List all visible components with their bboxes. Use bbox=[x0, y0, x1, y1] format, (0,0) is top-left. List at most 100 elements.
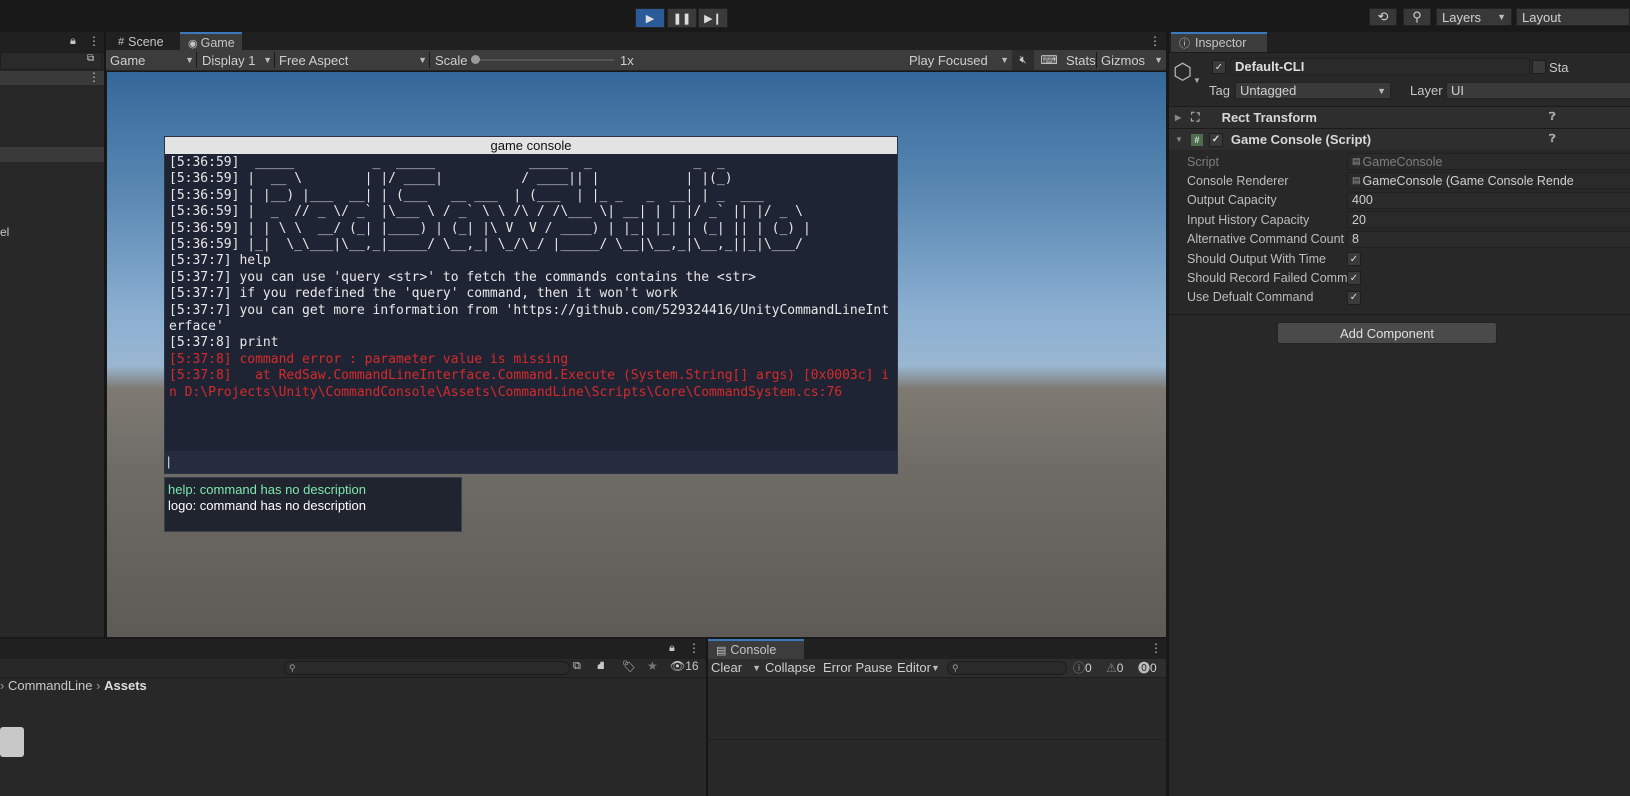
filter-icon[interactable]: ⛘ bbox=[597, 660, 605, 674]
more-menu-icon[interactable]: ⋮ bbox=[88, 34, 100, 48]
active-checkbox[interactable]: ✓ bbox=[1212, 60, 1226, 74]
suggestion-list: help: command has no description logo: co… bbox=[168, 482, 366, 514]
aspect-dropdown[interactable]: Free Aspect ▼ bbox=[279, 50, 427, 70]
field-value: 20 bbox=[1352, 212, 1366, 227]
lock-icon[interactable]: 🔒︎ bbox=[669, 642, 675, 655]
chevron-down-icon: ▼ bbox=[263, 55, 272, 65]
field-checkbox[interactable]: ✓ bbox=[1347, 271, 1361, 286]
tab-inspector[interactable]: ⓘ Inspector bbox=[1171, 32, 1267, 52]
eye-slash-icon: 👁︎ bbox=[670, 659, 686, 673]
field-checkbox[interactable]: ✓ bbox=[1347, 252, 1361, 266]
editor-dropdown[interactable]: Editor ▼ bbox=[897, 659, 940, 676]
game-mode-dropdown[interactable]: Game ▼ bbox=[110, 50, 194, 70]
main-toolbar: ▶ ❚❚ ▶❙ ⟲ ⚲ Layers ▼ Layout bbox=[0, 0, 1630, 35]
game-console-log: [5:36:59] _____ _ _____ _____ _ _ _ [5:36… bbox=[169, 155, 893, 401]
log-line: [5:36:59] |_| \_\___|\__,_|_____/ \__,_|… bbox=[169, 237, 803, 253]
layer-dropdown[interactable]: UI bbox=[1446, 82, 1630, 99]
search-button[interactable]: ⚲ bbox=[1403, 8, 1431, 26]
layer-label: Layer bbox=[1410, 83, 1443, 98]
number-field[interactable]: 8 bbox=[1347, 230, 1630, 248]
static-label: Sta bbox=[1549, 60, 1569, 75]
keyboard-icon[interactable]: ⌨ bbox=[1038, 50, 1060, 70]
play-focused-dropdown[interactable]: Play Focused ▼ bbox=[909, 50, 1009, 70]
breadcrumb-commandline[interactable]: CommandLine bbox=[8, 678, 93, 693]
more-menu-icon[interactable]: ⋮ bbox=[1150, 641, 1162, 655]
rect-transform-title: Rect Transform bbox=[1221, 110, 1317, 125]
object-name-field[interactable]: Default-CLI bbox=[1230, 58, 1530, 75]
info-icon: ⓘ bbox=[1073, 661, 1086, 675]
step-button[interactable]: ▶❙ bbox=[698, 8, 728, 28]
game-console-component-header[interactable]: ▼ # ✓ Game Console (Script) ❓︎ bbox=[1169, 128, 1630, 150]
divider bbox=[196, 52, 197, 68]
more-menu-icon[interactable]: ⋮ bbox=[88, 70, 100, 84]
help-icon[interactable]: ❓︎ bbox=[1549, 111, 1556, 124]
scale-slider-track[interactable] bbox=[474, 59, 614, 61]
number-field[interactable]: 20 bbox=[1347, 211, 1630, 229]
project-toolbar: ⚲ ⧉ ⛘ 🏷︎ ★ 👁︎16 bbox=[0, 659, 706, 678]
object-reference-field[interactable]: ▤ GameConsole bbox=[1347, 153, 1630, 170]
search-by-type-icon[interactable]: ⧉ bbox=[573, 660, 581, 673]
history-button[interactable]: ⟲ bbox=[1369, 8, 1397, 26]
search-filter-icon[interactable]: ⧉ bbox=[87, 53, 94, 64]
play-button[interactable]: ▶ bbox=[635, 8, 665, 28]
layers-dropdown[interactable]: Layers ▼ bbox=[1436, 8, 1512, 26]
hierarchy-search-input[interactable]: ⧉ bbox=[0, 52, 102, 70]
error-count: 0 bbox=[1150, 660, 1157, 675]
hierarchy-scene-header[interactable]: ⋮ bbox=[0, 70, 104, 85]
error-pause-button[interactable]: Error Pause bbox=[823, 659, 892, 676]
field-checkbox[interactable]: ✓ bbox=[1347, 290, 1361, 305]
game-console-title: game console bbox=[165, 137, 897, 154]
tag-dropdown[interactable]: Untagged ▼ bbox=[1235, 82, 1391, 99]
project-search-input[interactable]: ⚲ bbox=[284, 661, 570, 675]
mute-audio-icon[interactable]: 🔇︎ bbox=[1012, 50, 1034, 70]
suggestion-item[interactable]: help: command has no description bbox=[168, 482, 366, 498]
console-search-input[interactable]: ⚲ bbox=[947, 661, 1067, 675]
collapse-button[interactable]: Collapse bbox=[765, 659, 816, 676]
object-reference-field[interactable]: ▤ GameConsole (Game Console Rende bbox=[1347, 172, 1630, 190]
tab-scene[interactable]: # Scene bbox=[110, 32, 172, 52]
chevron-down-icon: ▼ bbox=[185, 55, 194, 65]
tab-game[interactable]: ◉ Game bbox=[180, 32, 242, 52]
divider bbox=[429, 52, 430, 68]
stats-button[interactable]: Stats bbox=[1066, 50, 1096, 70]
log-line: [5:37:8] print bbox=[169, 335, 279, 351]
console-detail-divider[interactable] bbox=[708, 739, 1166, 740]
error-count-toggle[interactable]: ⓿0 bbox=[1138, 659, 1157, 676]
hierarchy-row-fragment[interactable]: el bbox=[0, 225, 9, 239]
more-menu-icon[interactable]: ⋮ bbox=[1149, 34, 1161, 48]
inspector-panel: ⓘ Inspector ⬡ ▼ ✓ Default-CLI Sta Tag Un… bbox=[1168, 32, 1630, 796]
tab-console[interactable]: ▤ Console bbox=[708, 639, 804, 659]
display-dropdown[interactable]: Display 1 ▼ bbox=[202, 50, 272, 70]
folder-thumbnail[interactable] bbox=[0, 727, 24, 757]
favorite-star-icon[interactable]: ★ bbox=[647, 659, 658, 673]
layout-dropdown[interactable]: Layout bbox=[1516, 8, 1630, 26]
number-field[interactable]: 400 bbox=[1347, 191, 1630, 209]
lock-icon[interactable]: 🔒︎ bbox=[70, 35, 76, 48]
suggestion-item[interactable]: logo: command has no description bbox=[168, 498, 366, 514]
more-menu-icon[interactable]: ⋮ bbox=[688, 641, 700, 655]
component-enabled-checkbox[interactable]: ✓ bbox=[1208, 132, 1223, 147]
chevron-right-icon: ▶ bbox=[1175, 113, 1182, 122]
chevron-down-icon[interactable]: ▼ bbox=[1193, 76, 1201, 85]
game-console-component-title: Game Console (Script) bbox=[1230, 132, 1372, 147]
label-tag-icon[interactable]: 🏷︎ bbox=[622, 660, 636, 673]
help-icon[interactable]: ❓︎ bbox=[1549, 133, 1556, 146]
gameobject-cube-icon: ⬡ bbox=[1173, 59, 1193, 84]
gizmos-dropdown[interactable]: Gizmos ▼ bbox=[1101, 50, 1163, 70]
hierarchy-selected-row[interactable] bbox=[0, 147, 104, 162]
panel-divider[interactable] bbox=[104, 32, 106, 637]
log-count-toggle[interactable]: ⓘ 0 bbox=[1073, 659, 1092, 676]
clear-button[interactable]: Clear ▼ bbox=[711, 659, 761, 676]
game-view-toolbar: Game ▼ Display 1 ▼ Free Aspect ▼ Scale 1x P… bbox=[106, 50, 1166, 71]
game-console-input[interactable]: | bbox=[165, 451, 897, 473]
rect-transform-header[interactable]: ▶ ⛶ Rect Transform ❓︎ bbox=[1169, 106, 1630, 128]
static-checkbox[interactable] bbox=[1532, 60, 1546, 74]
add-component-button[interactable]: Add Component bbox=[1277, 322, 1497, 344]
warning-count-toggle[interactable]: ⚠ 0 bbox=[1106, 659, 1123, 676]
divider bbox=[1169, 314, 1630, 315]
scale-slider-handle[interactable] bbox=[471, 55, 480, 64]
pause-button[interactable]: ❚❚ bbox=[667, 8, 697, 28]
hidden-packages-button[interactable]: 👁︎16 bbox=[670, 659, 699, 673]
log-line: [5:36:59] _____ _ _____ _____ _ _ _ bbox=[169, 155, 725, 170]
breadcrumb-assets[interactable]: Assets bbox=[104, 678, 147, 693]
